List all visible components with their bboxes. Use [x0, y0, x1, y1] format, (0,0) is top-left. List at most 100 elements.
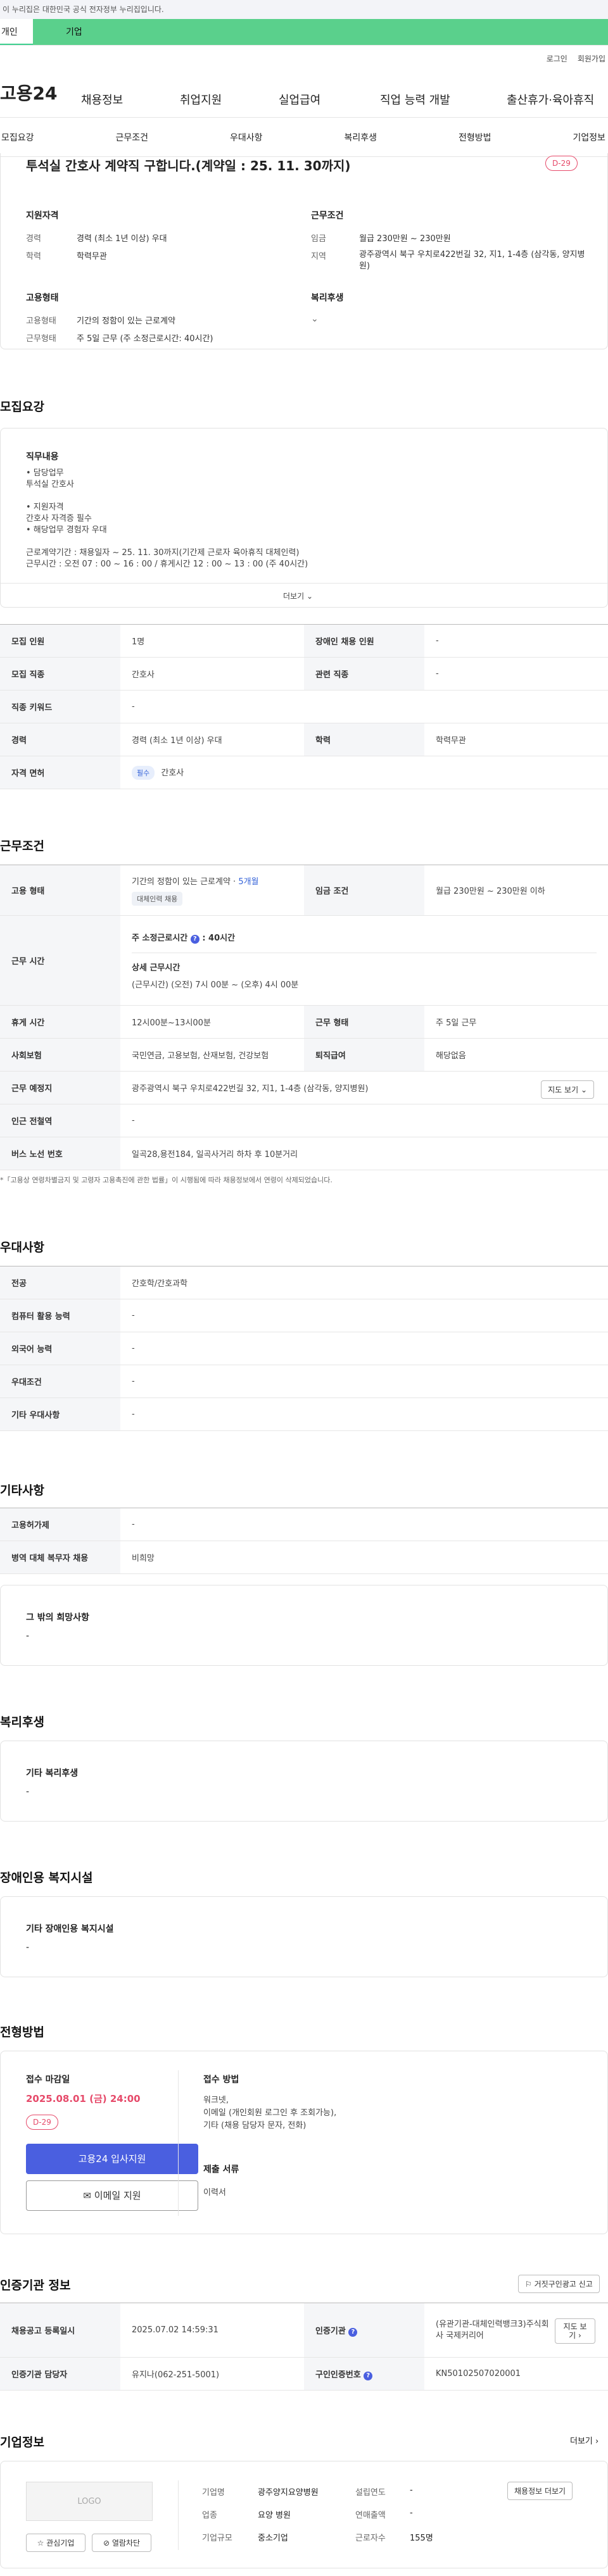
gnb-job-skills[interactable]: 직업 능력 개발	[380, 91, 450, 108]
company-more-link[interactable]: 더보기 ›	[570, 2434, 598, 2446]
staff-value: 155명	[410, 2534, 433, 2543]
etype-months: 5개월	[238, 877, 259, 887]
welfare-card: 기타 복리후생 -	[0, 1741, 608, 1822]
org-map-button[interactable]: 지도 보기 ›	[555, 2318, 595, 2344]
etype-key: 고용형태	[26, 316, 56, 326]
cell-key: 우대조건	[0, 1365, 120, 1398]
info-icon[interactable]: ?	[364, 2371, 373, 2380]
cell-key: 근무 예정지	[0, 1071, 120, 1104]
site-logo[interactable]: 고용24	[0, 80, 76, 105]
info-icon[interactable]: ?	[348, 2327, 358, 2337]
section-etc-title: 기타사항	[0, 1484, 44, 1497]
cell-value: 간호사	[120, 657, 304, 691]
duty-more-button[interactable]: 더보기 ⌄	[283, 591, 313, 601]
size-value: 중소기업	[258, 2534, 288, 2543]
disability-sub: 기타 장애인용 복지시설	[26, 1924, 114, 1934]
cell-value: 국민연금, 고용보험, 산재보험, 건강보험	[120, 1038, 304, 1072]
wage-key: 임금	[311, 234, 326, 244]
place-value: 광주광역시 북구 우치로422번길 32, 지1, 1-4층 (삼각동, 양지병…	[132, 1084, 369, 1094]
subnav-company[interactable]: 기업정보	[573, 131, 605, 144]
gnb-jobs[interactable]: 채용정보	[81, 91, 123, 108]
docs-title: 제출 서류	[203, 2165, 239, 2175]
cell-key: 기타 우대사항	[0, 1397, 120, 1431]
cell-value: 간호학/간호과학	[120, 1266, 608, 1299]
week-hours-label: 주 소정근로시간	[132, 934, 188, 943]
duty-line: • 담당업무	[26, 468, 64, 478]
cert-table: 채용공고 등록일시 2025.07.02 14:59:31 인증기관 ? (유관…	[0, 2303, 608, 2391]
cell-value: 월급 230만원 ~ 230만원 이하	[424, 865, 608, 916]
cell-key: 휴게 시간	[0, 1005, 120, 1039]
cell-key: 병역 대체 복무자 채용	[0, 1541, 120, 1574]
cell-value: -	[120, 1104, 608, 1137]
process-card: 접수 마감일 2025.08.01 (금) 24:00 D-29 고용24 입사…	[0, 2051, 608, 2234]
duty-line: 근로계약기간 : 채용일자 ~ 25. 11. 30까지(기간제 근로자 육아휴…	[26, 548, 300, 558]
tab-personal[interactable]: 개인	[0, 19, 33, 45]
duty-line: 투석실 간호사	[26, 480, 74, 489]
wish-title: 그 밖의 희망사항	[26, 1613, 89, 1623]
work-table: 고용 형태 기간의 정함이 있는 근로계약 · 5개월 대체인력 채용 임금 조…	[0, 865, 608, 1170]
cell-key: 구인인증번호 ?	[304, 2357, 424, 2391]
favorite-button[interactable]: ☆ 관심기업	[26, 2534, 86, 2552]
sales-value: -	[410, 2508, 413, 2518]
gnb-unemployment-benefit[interactable]: 실업급여	[279, 91, 320, 108]
wage-value: 월급 230만원 ~ 230만원	[359, 234, 451, 244]
size-key: 기업규모	[202, 2534, 232, 2543]
summary-card: 투석실 간호사 계약직 구합니다.(계약일 : 25. 11. 30까지) D-…	[0, 153, 608, 349]
gnb-employment-support[interactable]: 취업지원	[180, 91, 222, 108]
duty-line: 근무시간 : 오전 07 : 00 ~ 16 : 00 / 휴게시간 12 : …	[26, 560, 308, 569]
required-badge: 필수	[132, 765, 155, 780]
subnav-process[interactable]: 전형방법	[459, 131, 491, 144]
company-card: LOGO ☆ 관심기업 ⊘ 열람차단 기업명 광주양지요양병원 설립연도 - 업…	[0, 2461, 608, 2568]
cell-value: 12시00분~13시00분	[120, 1005, 304, 1039]
welfare-chevron-icon[interactable]: ⌄	[311, 314, 319, 324]
cell-key: 직종 키워드	[0, 690, 120, 723]
est-key: 설립연도	[355, 2488, 386, 2498]
cell-key: 자격 면허	[0, 756, 120, 789]
signup-link[interactable]: 회원가입	[578, 53, 605, 67]
cell-value: 주 5일 근무	[424, 1005, 608, 1039]
duty-line	[26, 491, 583, 502]
cell-value: -	[424, 657, 608, 691]
login-link[interactable]: 로그인	[547, 53, 567, 67]
company-jobs-button[interactable]: 채용정보 더보기	[507, 2482, 573, 2500]
edu-value: 학력무관	[77, 252, 107, 261]
section-pref-title: 우대사항	[0, 1241, 44, 1254]
region-key: 지역	[311, 252, 326, 261]
duty-line: • 해당업무 경험자 우대	[26, 525, 107, 535]
cell-key: 경력	[0, 723, 120, 756]
sales-key: 연매출액	[355, 2511, 386, 2520]
report-button[interactable]: ⚐ 거짓구인광고 신고	[518, 2275, 600, 2293]
cell-value: 주 소정근로시간 ? : 40시간 상세 근무시간 (근무시간) (오전) 7시…	[120, 915, 608, 1006]
cell-value: 경력 (최소 1년 이상) 우대	[120, 723, 304, 756]
cell-value: -	[120, 1299, 608, 1332]
cell-key: 전공	[0, 1266, 120, 1299]
region-value: 광주광역시 북구 우치로422번길 32, 지1, 1-4층 (삼각동, 양지병…	[359, 250, 585, 271]
subnav-work[interactable]: 근무조건	[115, 131, 148, 144]
est-value: -	[410, 2485, 413, 2495]
duty-line: 간호사 자격증 필수	[26, 514, 92, 523]
subnav-welfare[interactable]: 복리후생	[344, 131, 377, 144]
career-key: 경력	[26, 234, 41, 244]
gnb-parental-leave[interactable]: 출산휴가·육아휴직	[507, 91, 594, 108]
block-button[interactable]: ⊘ 열람차단	[92, 2534, 151, 2552]
sub-nav: 모집요강 근무조건 우대사항 복리후생 전형방법 기업정보	[0, 118, 608, 157]
apply-button[interactable]: 고용24 입사지원	[26, 2144, 198, 2174]
emp-title: 고용형태	[26, 293, 59, 303]
job-title: 투석실 간호사 계약직 구합니다.(계약일 : 25. 11. 30까지)	[26, 158, 351, 173]
duty-title: 직무내용	[26, 452, 59, 462]
info-icon[interactable]: ?	[190, 935, 200, 944]
deadline-value: 2025.08.01 (금) 24:00	[26, 2093, 141, 2104]
etype-value: 기간의 정함이 있는 근로계약 ·	[132, 877, 239, 887]
cell-value: 유지나(062-251-5001)	[120, 2357, 304, 2391]
subnav-pref[interactable]: 우대사항	[230, 131, 263, 144]
subnav-recruit[interactable]: 모집요강	[1, 131, 34, 144]
tab-company[interactable]: 기업	[33, 19, 608, 45]
license-value: 간호사	[161, 768, 184, 778]
email-apply-button[interactable]: ✉ 이메일 지원	[26, 2180, 198, 2211]
map-button[interactable]: 지도 보기 ⌄	[541, 1080, 594, 1099]
cell-value: 기간의 정함이 있는 근로계약 · 5개월 대체인력 채용	[120, 865, 304, 916]
cell-value: 학력무관	[424, 723, 608, 756]
duty-line: • 지원자격	[26, 503, 64, 512]
wish-card: 그 밖의 희망사항 -	[0, 1585, 608, 1666]
recruit-table: 모집 인원 1명 장애인 채용 인원 - 모집 직종 간호사 관련 직종 - 직…	[0, 624, 608, 789]
